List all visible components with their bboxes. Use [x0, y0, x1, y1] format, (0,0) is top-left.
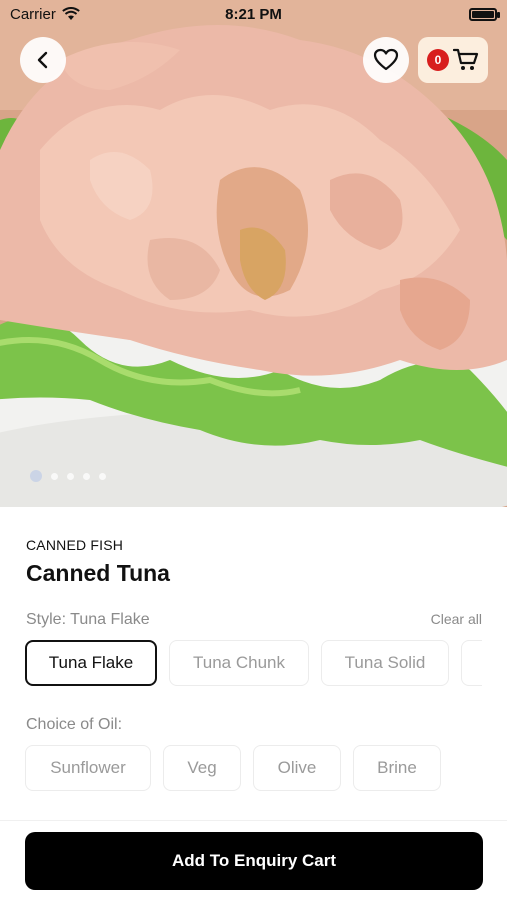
style-options: Tuna Flake Tuna Chunk Tuna Solid [25, 640, 482, 686]
style-option-more[interactable] [461, 640, 482, 686]
style-label: Style: Tuna Flake [26, 611, 150, 628]
style-option-tuna-chunk[interactable]: Tuna Chunk [169, 640, 309, 686]
style-option-tuna-solid[interactable]: Tuna Solid [321, 640, 449, 686]
pagination-dot[interactable] [99, 472, 106, 480]
cart-icon [453, 48, 479, 70]
clear-all-button[interactable]: Clear all [431, 611, 482, 627]
footer-divider [0, 820, 507, 821]
style-option-tuna-flake[interactable]: Tuna Flake [25, 640, 157, 686]
status-bar: Carrier 8:21 PM [0, 0, 507, 28]
battery-icon [469, 7, 500, 21]
wifi-icon [62, 7, 80, 20]
cart-count-badge: 0 [427, 49, 449, 71]
oil-option-sunflower[interactable]: Sunflower [25, 745, 151, 791]
oil-option-veg[interactable]: Veg [163, 745, 241, 791]
oil-options: Sunflower Veg Olive Brine [25, 745, 441, 791]
product-title: Canned Tuna [26, 560, 170, 586]
pagination-dot[interactable] [51, 472, 58, 480]
product-image-gallery[interactable]: Carrier 8:21 PM 0 [0, 0, 507, 507]
oil-option-olive[interactable]: Olive [253, 745, 341, 791]
pagination-dot[interactable] [67, 472, 74, 480]
heart-icon [373, 48, 399, 71]
product-category: CANNED FISH [26, 537, 124, 553]
oil-label: Choice of Oil: [26, 716, 123, 733]
pagination-dot[interactable] [30, 470, 42, 482]
cart-button[interactable]: 0 [418, 37, 488, 83]
back-button[interactable] [20, 37, 66, 83]
chevron-left-icon [37, 51, 48, 69]
favorite-button[interactable] [363, 37, 409, 83]
oil-option-brine[interactable]: Brine [353, 745, 441, 791]
add-to-enquiry-cart-button[interactable]: Add To Enquiry Cart [25, 832, 483, 890]
gallery-pagination[interactable] [30, 470, 106, 482]
pagination-dot[interactable] [83, 472, 90, 480]
carrier-label: Carrier [10, 5, 56, 23]
